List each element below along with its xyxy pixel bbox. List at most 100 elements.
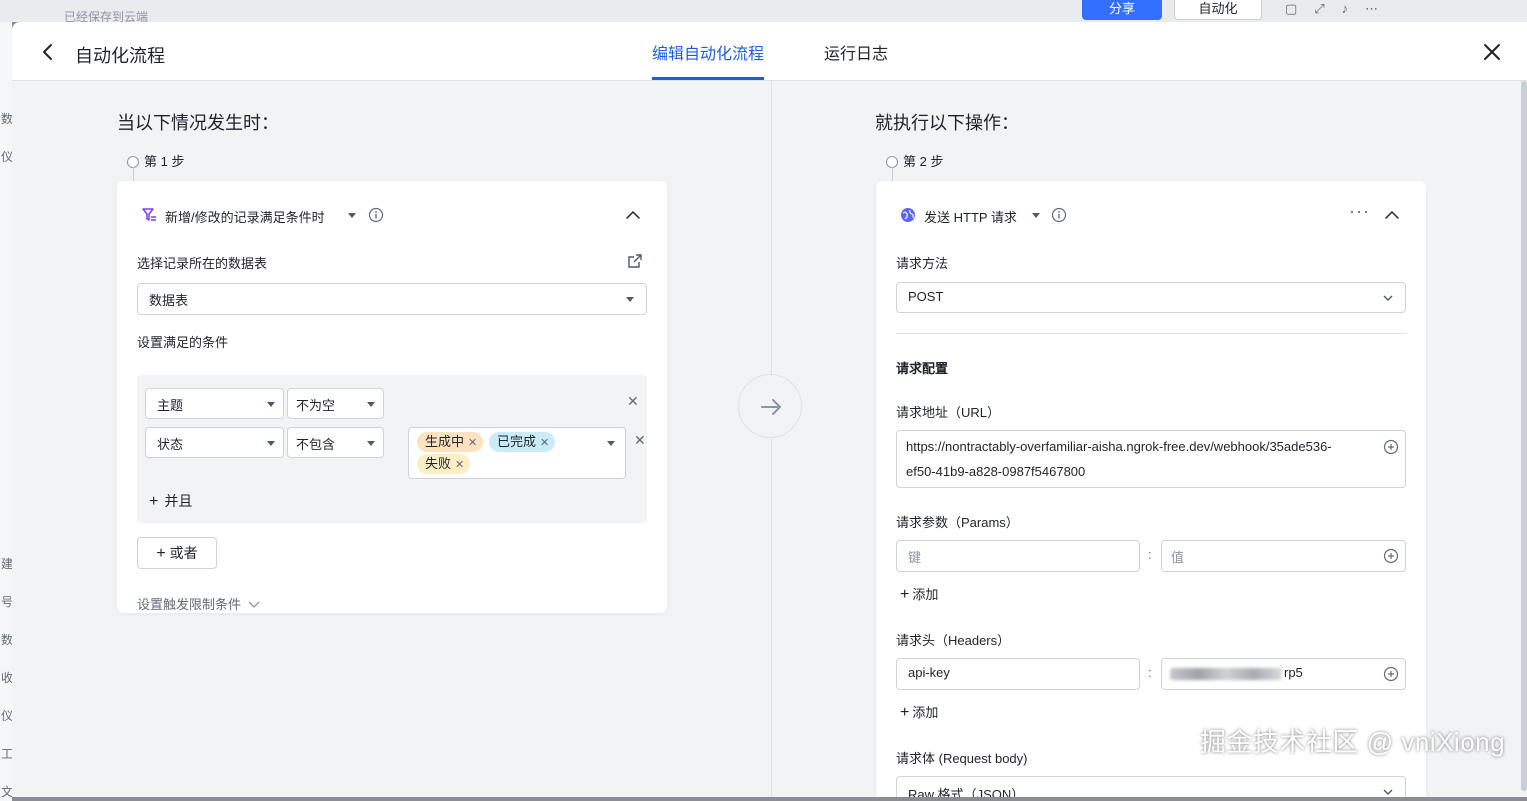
caret-down-icon bbox=[607, 441, 615, 446]
body-format-value: Raw 格式（JSON） bbox=[908, 787, 1025, 797]
condition-field-value: 主题 bbox=[157, 398, 184, 413]
caret-down-icon bbox=[367, 402, 375, 407]
close-icon[interactable] bbox=[1480, 40, 1504, 64]
tag-remove-icon[interactable]: ✕ bbox=[468, 437, 477, 449]
center-divider bbox=[771, 81, 772, 797]
add-header-button[interactable]: + 添加 bbox=[900, 702, 938, 722]
watermark: 掘金技术社区 @ vniXiong bbox=[1200, 727, 1506, 757]
step-label: 第 1 步 bbox=[144, 154, 185, 169]
active-tab-indicator bbox=[652, 77, 764, 80]
filter-icon bbox=[142, 208, 156, 221]
modal-header: 自动化流程 编辑自动化流程 运行日志 bbox=[12, 22, 1527, 81]
url-value-line1: https://nontractably-overfamiliar-aisha.… bbox=[906, 439, 1332, 454]
tag-generating[interactable]: 生成中 ✕ bbox=[417, 432, 484, 452]
params-value-placeholder: 值 bbox=[1171, 550, 1185, 565]
caret-down-icon bbox=[267, 402, 275, 407]
insert-variable-icon[interactable] bbox=[1383, 666, 1399, 682]
body-format-select[interactable]: Raw 格式（JSON） bbox=[896, 776, 1406, 797]
add-and-condition-button[interactable]: + 并且 bbox=[149, 491, 192, 511]
params-key-placeholder: 键 bbox=[908, 550, 922, 565]
condition-field-select[interactable]: 状态 bbox=[145, 427, 284, 458]
add-or-group-button[interactable]: + 或者 bbox=[137, 537, 217, 569]
tab-edit-flow[interactable]: 编辑自动化流程 bbox=[652, 40, 764, 64]
share-button[interactable]: 分享 bbox=[1082, 0, 1162, 20]
body-label: 请求体 (Request body) bbox=[896, 751, 1028, 766]
and-label: 并且 bbox=[164, 493, 193, 509]
header-key-value: api-key bbox=[908, 665, 950, 680]
method-select[interactable]: POST bbox=[896, 282, 1406, 313]
step-1-marker: 第 1 步 bbox=[127, 151, 184, 170]
step-connector bbox=[892, 167, 893, 181]
more-options-icon[interactable]: ··· bbox=[1349, 201, 1370, 222]
header-value-visible: rp5 bbox=[1284, 665, 1303, 680]
table-select-label: 选择记录所在的数据表 bbox=[137, 256, 268, 271]
add-param-button[interactable]: + 添加 bbox=[900, 584, 938, 604]
table-select[interactable]: 数据表 bbox=[137, 283, 647, 315]
action-type-label[interactable]: 发送 HTTP 请求 bbox=[924, 207, 1017, 226]
external-link-icon[interactable] bbox=[627, 253, 643, 269]
scrollbar-thumb[interactable] bbox=[1521, 81, 1527, 791]
condition-field-select[interactable]: 主题 bbox=[145, 388, 284, 419]
tag-remove-icon[interactable]: ✕ bbox=[455, 459, 464, 471]
caret-down-icon[interactable] bbox=[1032, 213, 1040, 218]
trigger-limit-toggle[interactable]: 设置触发限制条件 bbox=[137, 594, 260, 613]
tag-remove-icon[interactable]: ✕ bbox=[540, 437, 549, 449]
header-key-input[interactable]: api-key bbox=[896, 658, 1140, 690]
header-value-input[interactable]: rp5 bbox=[1161, 658, 1406, 690]
caret-down-icon[interactable] bbox=[348, 213, 356, 218]
back-arrow-icon[interactable] bbox=[38, 40, 58, 64]
flow-arrow bbox=[738, 374, 802, 438]
chevron-up-icon[interactable] bbox=[1384, 207, 1400, 223]
arrow-right-icon bbox=[761, 399, 781, 415]
method-label: 请求方法 bbox=[896, 256, 949, 271]
url-value-line2: ef50-41b9-a828-0987f5467800 bbox=[906, 464, 1086, 479]
globe-icon bbox=[901, 208, 915, 222]
params-value-input[interactable]: 值 bbox=[1161, 540, 1406, 572]
tab-run-log[interactable]: 运行日志 bbox=[824, 40, 888, 64]
trigger-type-label[interactable]: 新增/修改的记录满足条件时 bbox=[165, 207, 325, 226]
request-config-title: 请求配置 bbox=[896, 361, 949, 376]
plus-icon: + bbox=[156, 545, 166, 562]
condition-operator-select[interactable]: 不为空 bbox=[287, 388, 384, 419]
method-value: POST bbox=[908, 289, 944, 304]
plus-icon: + bbox=[149, 493, 159, 510]
insert-variable-icon[interactable] bbox=[1383, 439, 1399, 455]
conditions-label: 设置满足的条件 bbox=[137, 335, 229, 350]
action-card: 发送 HTTP 请求 ··· 请求方法 POST 请求配置 请求地址（URL） … bbox=[876, 181, 1426, 797]
condition-value-multiselect[interactable]: 生成中 ✕ 已完成 ✕ 失败 ✕ bbox=[408, 427, 626, 479]
background-sidebar: 数 仪 建 号 数 收 仪 工 文 bbox=[0, 22, 13, 801]
remove-condition-icon[interactable]: ✕ bbox=[634, 432, 646, 449]
remove-condition-icon[interactable]: ✕ bbox=[627, 393, 639, 410]
add-label: 添加 bbox=[912, 705, 939, 720]
insert-variable-icon[interactable] bbox=[1383, 548, 1399, 564]
automation-modal: 自动化流程 编辑自动化流程 运行日志 当以下情况发生时： 第 1 步 新增/修改… bbox=[12, 22, 1527, 797]
page-title: 自动化流程 bbox=[75, 46, 165, 66]
trigger-section-title: 当以下情况发生时： bbox=[117, 113, 279, 133]
or-label: 或者 bbox=[169, 545, 198, 561]
trigger-limit-label: 设置触发限制条件 bbox=[137, 597, 242, 612]
colon-separator: : bbox=[1148, 547, 1152, 562]
params-label: 请求参数（Params） bbox=[896, 515, 1019, 530]
flow-canvas: 当以下情况发生时： 第 1 步 新增/修改的记录满足条件时 选择记录所在的数据表 bbox=[12, 81, 1527, 797]
condition-operator-select[interactable]: 不包含 bbox=[287, 427, 384, 458]
redacted-value-blur bbox=[1170, 668, 1282, 680]
url-input[interactable]: https://nontractably-overfamiliar-aisha.… bbox=[896, 430, 1406, 488]
chevron-down-icon bbox=[1383, 295, 1393, 301]
info-icon[interactable] bbox=[1051, 207, 1067, 223]
plus-icon: + bbox=[900, 586, 910, 603]
info-icon[interactable] bbox=[368, 207, 384, 223]
scrollbar[interactable] bbox=[1521, 81, 1527, 797]
toolbar-icons[interactable]: ▢⤢♪⋯ bbox=[1285, 1, 1395, 17]
action-section-title: 就执行以下操作： bbox=[875, 113, 1019, 133]
step-connector bbox=[133, 167, 134, 181]
tag-label: 生成中 bbox=[425, 434, 465, 449]
params-key-input[interactable]: 键 bbox=[896, 540, 1140, 572]
automation-button[interactable]: 自动化 bbox=[1174, 0, 1262, 20]
tag-failed[interactable]: 失败 ✕ bbox=[417, 454, 471, 474]
tag-completed[interactable]: 已完成 ✕ bbox=[489, 432, 556, 452]
step-label: 第 2 步 bbox=[903, 154, 944, 169]
tag-label: 失败 bbox=[425, 456, 452, 471]
section-separator bbox=[896, 333, 1406, 334]
chevron-up-icon[interactable] bbox=[625, 207, 641, 223]
caret-down-icon bbox=[367, 441, 375, 446]
